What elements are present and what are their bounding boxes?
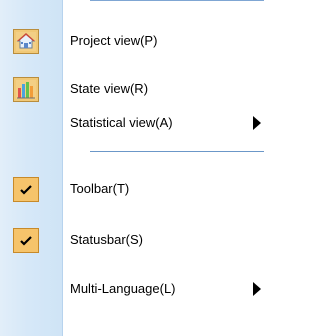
menu-item-state-view[interactable]: State view(R)	[0, 70, 264, 108]
menu-item-project-view[interactable]: Project view(P)	[0, 22, 264, 60]
menu-item-label: Project view(P)	[70, 33, 158, 48]
menu-item-statistical-view[interactable]: Statistical view(A)	[0, 104, 264, 142]
submenu-arrow-icon	[253, 116, 261, 130]
check-icon	[13, 177, 39, 202]
menu-item-label: Multi-Language(L)	[70, 281, 176, 296]
check-icon	[13, 228, 39, 253]
menu-top-border	[90, 0, 264, 1]
submenu-arrow-icon	[253, 282, 261, 296]
menu-item-multi-language[interactable]: Multi-Language(L)	[0, 270, 264, 308]
bar-chart-icon	[13, 77, 39, 102]
menu-item-label: State view(R)	[70, 81, 149, 96]
menu-item-label: Statistical view(A)	[70, 115, 173, 130]
menu-item-toolbar[interactable]: Toolbar(T)	[0, 170, 264, 208]
menu-item-statusbar[interactable]: Statusbar(S)	[0, 221, 264, 259]
context-menu: Project view(P) State view(R) Statistica…	[0, 0, 264, 336]
menu-item-label: Toolbar(T)	[70, 181, 130, 196]
house-icon	[13, 29, 39, 54]
menu-separator	[90, 151, 264, 152]
menu-item-label: Statusbar(S)	[70, 232, 143, 247]
